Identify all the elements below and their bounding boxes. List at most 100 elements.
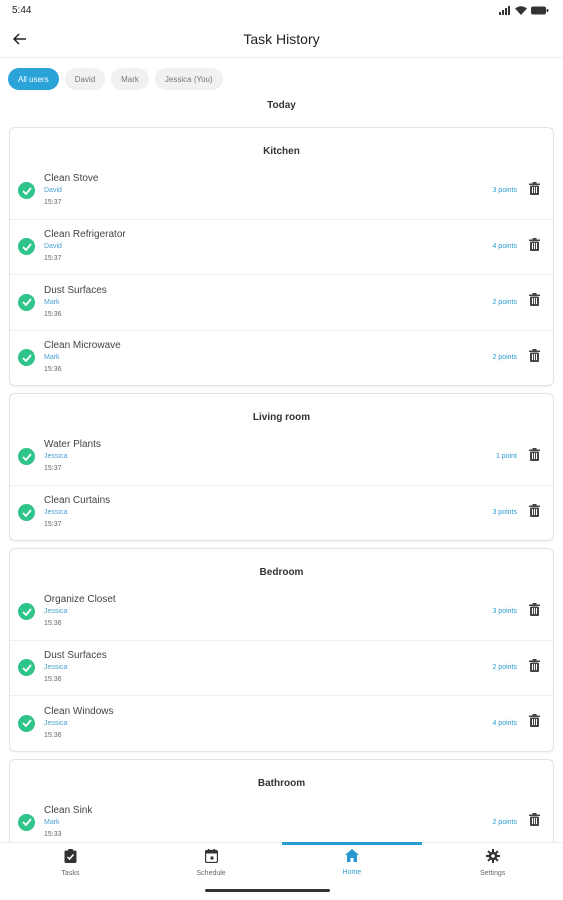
check-circle-icon <box>18 714 35 732</box>
filter-chip-all-users[interactable]: All users <box>8 68 59 90</box>
task-row: Water Plants Jessica 15:37 1 point <box>10 429 553 485</box>
filter-chip-david[interactable]: David <box>64 68 106 90</box>
task-name: Clean Windows <box>44 705 114 717</box>
task-points[interactable]: 2 points <box>492 354 517 361</box>
task-user: Mark <box>44 354 60 362</box>
task-row: Clean Refrigerator David 15:37 4 points <box>10 218 553 275</box>
check-circle-icon <box>18 349 35 367</box>
home-indicator <box>205 889 330 892</box>
task-info: Clean Sink Mark 15:33 <box>44 804 492 841</box>
calendar-icon <box>204 849 218 868</box>
task-points[interactable]: 4 points <box>492 243 517 250</box>
task-info: Clean Stove David 15:37 <box>44 172 492 209</box>
task-user: Jessica <box>44 608 68 616</box>
status-icons <box>499 5 549 15</box>
task-row: Dust Surfaces Mark 15:36 2 points <box>10 274 553 330</box>
trash-icon <box>528 293 540 311</box>
check-circle-icon <box>18 448 35 466</box>
task-points[interactable]: 1 point <box>496 453 517 460</box>
task-points[interactable]: 3 points <box>492 187 517 194</box>
room-card: Bedroom Organize Closet Jessica 15:36 3 poin… <box>9 548 554 752</box>
arrow-left-icon <box>13 33 26 45</box>
page-title: Task History <box>243 30 320 47</box>
task-info: Clean Refrigerator David 15:37 <box>44 228 492 265</box>
task-user: Jessica <box>44 453 68 461</box>
task-info: Clean Windows Jessica 15:36 <box>44 705 492 742</box>
filter-chip-jessica-you[interactable]: Jessica (You) <box>154 68 223 90</box>
task-points[interactable]: 2 points <box>492 819 517 826</box>
delete-task-button[interactable] <box>527 602 541 619</box>
task-user: Mark <box>44 298 60 306</box>
nav-label: Home <box>342 869 362 876</box>
check-circle-icon <box>18 603 35 621</box>
task-history-list[interactable]: Kitchen Clean Stove David 15:37 3 points Clea… <box>9 127 554 842</box>
task-user: David <box>44 187 62 195</box>
trash-icon <box>528 813 540 831</box>
room-title: Kitchen <box>263 146 300 157</box>
status-time: 5:44 <box>12 4 32 16</box>
signal-icon <box>499 5 510 15</box>
task-time: 15:36 <box>44 366 62 374</box>
trash-icon <box>528 237 540 256</box>
delete-task-button[interactable] <box>527 348 541 365</box>
task-points[interactable]: 3 points <box>492 608 517 615</box>
task-points[interactable]: 4 points <box>492 720 517 727</box>
task-time: 15:33 <box>44 830 62 838</box>
task-info: Water Plants Jessica 15:37 <box>44 438 496 475</box>
trash-icon <box>528 503 540 522</box>
back-button[interactable] <box>10 29 30 49</box>
delete-task-button[interactable] <box>527 714 541 730</box>
task-row: Clean Curtains Jessica 15:37 3 points <box>10 484 553 541</box>
delete-task-button[interactable] <box>527 237 541 256</box>
task-time: 15:37 <box>44 465 62 473</box>
task-info: Dust Surfaces Mark 15:36 <box>44 284 492 321</box>
delete-task-button[interactable] <box>527 447 541 466</box>
wifi-icon <box>515 5 527 15</box>
task-name: Clean Curtains <box>44 495 111 507</box>
nav-label: Schedule <box>196 870 226 877</box>
nav-tasks[interactable]: Tasks <box>0 843 141 900</box>
check-circle-icon <box>18 659 35 677</box>
room-title: Bedroom <box>259 567 304 578</box>
task-name: Clean Microwave <box>44 340 121 352</box>
delete-task-button[interactable] <box>527 181 541 200</box>
task-info: Clean Microwave Mark 15:36 <box>44 339 492 376</box>
task-info: Organize Closet Jessica 15:36 <box>44 593 492 630</box>
delete-task-button[interactable] <box>527 658 541 677</box>
task-name: Clean Stove <box>44 173 99 185</box>
trash-icon <box>528 447 540 466</box>
task-info: Dust Surfaces Jessica 15:36 <box>44 649 492 686</box>
task-time: 15:37 <box>44 521 62 529</box>
delete-task-button[interactable] <box>527 293 541 311</box>
nav-label: Settings <box>479 870 506 877</box>
task-row: Dust Surfaces Jessica 15:36 2 points <box>10 639 553 696</box>
task-time: 15:36 <box>44 310 62 318</box>
battery-icon <box>531 6 549 14</box>
task-name: Dust Surfaces <box>44 284 107 296</box>
room-title: Living room <box>252 412 311 423</box>
task-points[interactable]: 2 points <box>492 664 517 671</box>
delete-task-button[interactable] <box>527 813 541 831</box>
delete-task-button[interactable] <box>527 503 541 522</box>
filter-chip-mark[interactable]: Mark <box>111 68 149 90</box>
check-circle-icon <box>18 813 35 831</box>
trash-icon <box>528 181 540 200</box>
check-circle-icon <box>18 504 35 522</box>
trash-icon <box>528 658 540 677</box>
task-name: Water Plants <box>44 439 101 451</box>
task-points[interactable]: 3 points <box>492 509 517 516</box>
room-card: Kitchen Clean Stove David 15:37 3 points Clea… <box>9 127 554 386</box>
task-user: Mark <box>44 818 60 826</box>
task-points[interactable]: 2 points <box>492 299 517 306</box>
day-heading: Today <box>267 100 296 111</box>
app-bar: Task History <box>0 20 563 58</box>
task-time: 15:37 <box>44 199 62 207</box>
task-time: 15:36 <box>44 620 62 628</box>
task-name: Clean Sink <box>44 804 93 816</box>
check-circle-icon <box>18 293 35 311</box>
task-user: David <box>44 243 62 251</box>
task-user: Jessica <box>44 509 68 517</box>
nav-settings[interactable]: Settings <box>422 843 563 900</box>
gear-icon <box>485 849 500 868</box>
home-icon <box>344 849 359 867</box>
